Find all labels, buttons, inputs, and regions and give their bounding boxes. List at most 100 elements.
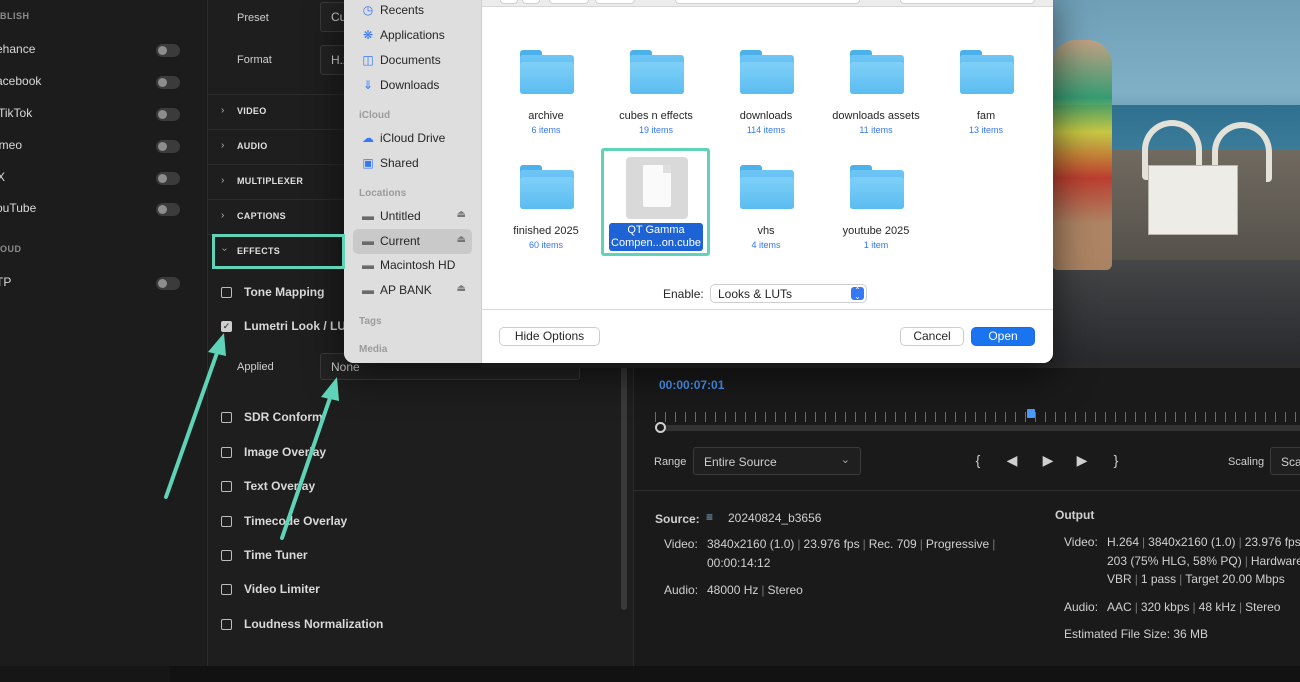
x-toggle[interactable]	[156, 172, 180, 185]
dialog-toolbar	[482, 0, 1053, 7]
folder-youtube-2025[interactable]: youtube 2025 1 item	[821, 165, 931, 265]
output-video-specs-3: VBR | 1 pass | Target 20.00 Mbps	[1107, 572, 1285, 586]
back-button[interactable]	[500, 0, 518, 4]
source-label: Source:	[655, 512, 700, 526]
effect-loudness-normalization[interactable]: Loudness Normalization	[207, 613, 633, 639]
group-button[interactable]	[595, 0, 635, 4]
playhead-timecode[interactable]: 00:00:07:01	[659, 378, 724, 392]
item-count: 19 items	[638, 125, 673, 135]
view-mode-button[interactable]	[549, 0, 589, 4]
effect-text-overlay[interactable]: Text Overlay	[207, 475, 633, 501]
output-audio-label: Audio:	[1064, 600, 1099, 614]
sidebar-item-macintosh-hd[interactable]: ▬ Macintosh HD	[353, 253, 472, 278]
format-label: Format	[237, 54, 272, 66]
effect-image-overlay[interactable]: Image Overlay	[207, 441, 633, 467]
search-field[interactable]	[900, 0, 1035, 4]
eject-icon[interactable]: ⏏	[457, 209, 466, 220]
publish-item-youtube[interactable]: ouTube	[0, 197, 207, 221]
video-limiter-checkbox[interactable]	[221, 584, 232, 595]
loudness-normalization-checkbox[interactable]	[221, 619, 232, 630]
applications-icon: ❋	[362, 28, 374, 42]
publish-item-vimeo[interactable]: imeo	[0, 134, 207, 158]
timeline-ruler[interactable]	[655, 412, 1300, 422]
timecode-overlay-checkbox[interactable]	[221, 516, 232, 527]
publish-item-ftp[interactable]: TP	[0, 271, 207, 295]
sidebar-item-shared[interactable]: ▣ Shared	[353, 151, 472, 176]
publish-header: BLISH	[0, 11, 30, 21]
folder-icon	[960, 50, 1014, 94]
publish-item-facebook[interactable]: acebook	[0, 70, 207, 94]
source-audio-specs: 48000 Hz | Stereo	[707, 583, 803, 597]
open-button[interactable]: Open	[971, 327, 1035, 346]
forward-button[interactable]	[522, 0, 540, 4]
up-down-chevron-icon: ⌃ ⌄	[851, 287, 864, 301]
play-icon[interactable]: ▶	[1038, 452, 1058, 469]
effect-label: SDR Conform	[244, 410, 323, 424]
sidebar-item-downloads[interactable]: ⇓ Downloads	[353, 73, 472, 98]
time-tuner-checkbox[interactable]	[221, 550, 232, 561]
sidebar-item-label: Shared	[380, 156, 419, 170]
effect-timecode-overlay[interactable]: Timecode Overlay	[207, 510, 633, 536]
sdr-conform-checkbox[interactable]	[221, 412, 232, 423]
mark-out-icon[interactable]: }	[1106, 452, 1126, 468]
tone-mapping-checkbox[interactable]	[221, 287, 232, 298]
publish-item-label: ouTube	[0, 201, 37, 215]
in-point-handle[interactable]	[655, 422, 666, 433]
section-title: CAPTIONS	[237, 211, 286, 221]
image-overlay-checkbox[interactable]	[221, 447, 232, 458]
sidebar-item-current[interactable]: ▬ Current ⏏	[353, 229, 472, 254]
text-overlay-checkbox[interactable]	[221, 481, 232, 492]
playhead-marker[interactable]	[1027, 409, 1035, 418]
vimeo-toggle[interactable]	[156, 140, 180, 153]
sidebar-item-ap-bank[interactable]: ▬ AP BANK ⏏	[353, 278, 472, 303]
range-select[interactable]: Entire Source ⌄	[693, 447, 861, 475]
lumetri-look-checkbox[interactable]: ✓	[221, 321, 232, 332]
eject-icon[interactable]: ⏏	[457, 234, 466, 245]
sidebar-item-label: Downloads	[380, 78, 440, 92]
enable-filter-select[interactable]: Looks & LUTs ⌃ ⌄	[710, 284, 867, 303]
sidebar-item-documents[interactable]: ◫ Documents	[353, 48, 472, 73]
folder-icon	[520, 165, 574, 209]
sidebar-item-untitled[interactable]: ▬ Untitled ⏏	[353, 204, 472, 229]
file-qt-gamma-cube[interactable]: QT Gamma Compen...on.cube	[601, 148, 710, 256]
step-back-icon[interactable]: ◀​	[1002, 452, 1022, 469]
ftp-toggle[interactable]	[156, 277, 180, 290]
document-icon	[626, 157, 688, 219]
enable-filter-value: Looks & LUTs	[718, 287, 793, 301]
behance-toggle[interactable]	[156, 44, 180, 57]
folder-fam[interactable]: fam 13 items	[931, 50, 1041, 150]
folder-vhs[interactable]: vhs 4 items	[711, 165, 821, 265]
publish-item-behance[interactable]: ehance	[0, 38, 207, 62]
folder-finished-2025[interactable]: finished 2025 60 items	[491, 165, 601, 265]
effect-sdr-conform[interactable]: SDR Conform	[207, 406, 633, 432]
sidebar-header-icloud: iCloud	[359, 110, 391, 121]
effect-time-tuner[interactable]: Time Tuner	[207, 544, 633, 570]
chevron-right-icon: ›	[221, 210, 225, 221]
folder-archive[interactable]: archive 6 items	[491, 50, 601, 150]
timeline-track[interactable]	[660, 425, 1300, 431]
source-audio-label: Audio:	[664, 583, 699, 597]
sidebar-item-applications[interactable]: ❋ Applications	[353, 23, 472, 48]
folder-downloads[interactable]: downloads 114 items	[711, 50, 821, 150]
youtube-toggle[interactable]	[156, 203, 180, 216]
facebook-toggle[interactable]	[156, 76, 180, 89]
mark-in-icon[interactable]: {	[968, 452, 988, 468]
location-popup[interactable]	[675, 0, 860, 4]
download-icon: ⇓	[362, 78, 374, 92]
hide-options-button[interactable]: Hide Options	[499, 327, 600, 346]
publish-item-x[interactable]: X	[0, 166, 207, 190]
folder-cubes-n-effects[interactable]: cubes n effects 19 items	[601, 50, 711, 150]
scaling-select[interactable]: Sca	[1270, 447, 1300, 475]
publish-item-tiktok[interactable]: TikTok	[0, 102, 207, 126]
folder-downloads-assets[interactable]: downloads assets 11 items	[821, 50, 931, 150]
sidebar-item-recents[interactable]: ◷ Recents	[353, 0, 472, 23]
effect-video-limiter[interactable]: Video Limiter	[207, 578, 633, 604]
publish-item-label: imeo	[0, 138, 23, 152]
eject-icon[interactable]: ⏏	[457, 283, 466, 294]
step-forward-icon[interactable]: ▶	[1072, 452, 1092, 469]
chevron-down-icon: ⌄	[840, 454, 850, 466]
tiktok-toggle[interactable]	[156, 108, 180, 121]
sidebar-item-icloud-drive[interactable]: ☁ iCloud Drive	[353, 126, 472, 151]
cancel-button[interactable]: Cancel	[900, 327, 964, 346]
scaling-label: Scaling	[1228, 456, 1265, 468]
